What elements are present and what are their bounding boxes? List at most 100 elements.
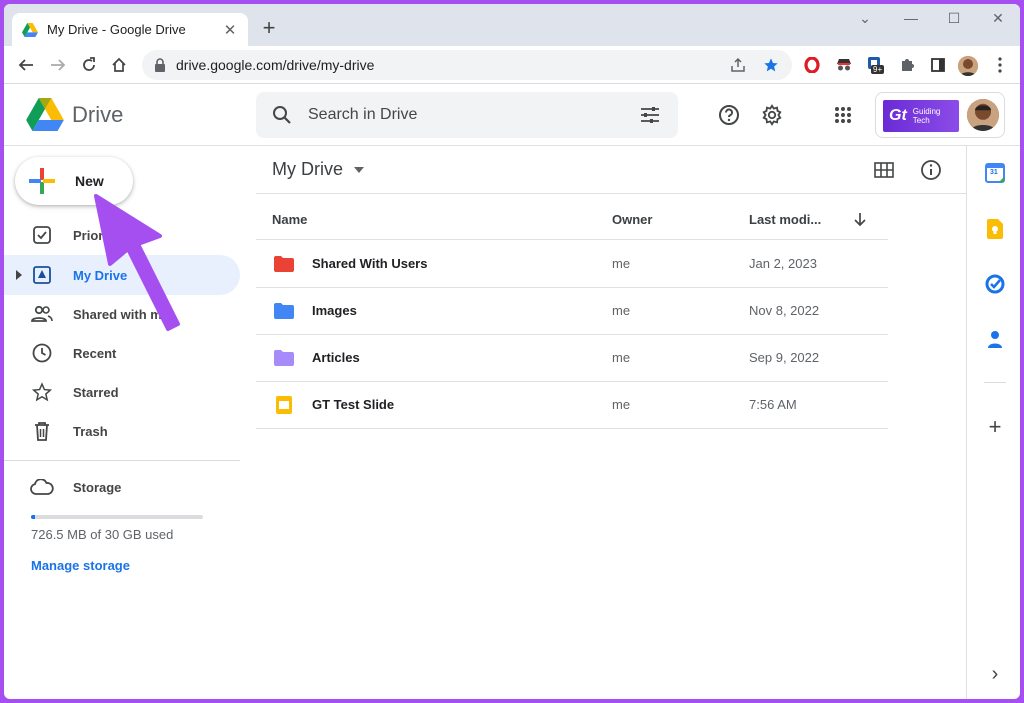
close-window-button[interactable]: ✕ — [983, 10, 1013, 27]
tasks-icon[interactable] — [984, 273, 1006, 295]
new-tab-button[interactable]: + — [258, 17, 280, 39]
help-icon[interactable] — [717, 103, 741, 127]
url-text: drive.google.com/drive/my-drive — [176, 57, 375, 73]
calendar-day: 31 — [990, 169, 998, 176]
folder-icon — [274, 350, 294, 366]
table-row[interactable]: Shared With Users me Jan 2, 2023 — [256, 241, 888, 288]
file-name: Shared With Users — [312, 256, 428, 271]
tab-close-button[interactable]: ✕ — [222, 21, 238, 39]
bookmark-star-icon[interactable] — [763, 57, 779, 73]
caret-down-icon — [354, 167, 365, 174]
file-name: Images — [312, 303, 357, 318]
home-button[interactable] — [108, 54, 130, 76]
grid-view-icon[interactable] — [874, 162, 894, 178]
opera-extension-icon[interactable] — [802, 55, 822, 75]
sidebar-item-label: Storage — [73, 479, 122, 495]
sidebar-item-label: Starred — [73, 384, 119, 400]
storage-progress-fill — [31, 515, 36, 519]
add-app-button[interactable]: + — [984, 414, 1006, 439]
expand-triangle-icon[interactable] — [16, 270, 22, 280]
table-row[interactable]: GT Test Slide me 7:56 AM — [256, 382, 888, 429]
gt-logo-text: Guiding Tech — [912, 107, 941, 125]
spy-extension-icon[interactable] — [834, 55, 854, 75]
sidebar-item-starred[interactable]: Starred — [4, 372, 240, 412]
reload-icon — [83, 57, 95, 71]
search-bar[interactable]: Search in Drive — [256, 92, 678, 138]
info-icon[interactable] — [920, 159, 942, 181]
main-header: My Drive — [256, 146, 966, 194]
search-icon[interactable] — [272, 105, 292, 125]
expand-panel-button[interactable]: › — [984, 663, 1006, 685]
settings-gear-icon[interactable] — [760, 103, 784, 127]
file-owner: me — [612, 256, 631, 271]
cloud-icon — [30, 475, 54, 499]
search-input[interactable]: Search in Drive — [308, 106, 640, 124]
star-icon — [30, 380, 54, 404]
contacts-icon[interactable] — [984, 328, 1006, 350]
app-name: Drive — [72, 101, 124, 127]
drive-favicon-icon — [22, 22, 38, 37]
reload-button[interactable] — [78, 54, 100, 76]
gt-logo-mark: Gt — [889, 107, 907, 124]
browser-menu-icon[interactable] — [990, 55, 1010, 75]
table-row[interactable]: Images me Nov 8, 2022 — [256, 288, 888, 335]
keep-icon[interactable] — [984, 218, 1006, 240]
manage-storage-link[interactable]: Manage storage — [31, 558, 130, 573]
maximize-button[interactable]: ☐ — [939, 10, 969, 27]
sidebar-divider — [4, 460, 240, 461]
file-modified: Jan 2, 2023 — [749, 256, 817, 271]
sidebar-item-label: Recent — [73, 345, 117, 361]
browser-tab[interactable]: My Drive - Google Drive ✕ — [12, 13, 248, 46]
new-button-label: New — [75, 173, 104, 189]
table-row[interactable]: Articles me Sep 9, 2022 — [256, 335, 888, 382]
storage-usage-text: 726.5 MB of 30 GB used — [31, 527, 174, 542]
calendar-icon[interactable]: 31 — [984, 162, 1006, 184]
column-header-last-modified[interactable]: Last modi... — [749, 212, 821, 227]
people-icon — [30, 302, 54, 326]
minimize-button[interactable]: — — [896, 10, 926, 26]
drive-icon — [30, 263, 54, 287]
file-list-header: Name Owner Last modi... — [256, 200, 888, 240]
browser-toolbar: drive.google.com/drive/my-drive 9+ — [4, 46, 1020, 84]
check-box-icon — [30, 223, 54, 247]
side-apps-panel: 31 + › — [966, 146, 1020, 699]
browser-profile-avatar[interactable] — [958, 56, 978, 76]
address-bar[interactable]: drive.google.com/drive/my-drive — [142, 50, 792, 80]
back-button[interactable] — [15, 54, 37, 76]
folder-icon — [274, 256, 294, 272]
file-modified: Nov 8, 2022 — [749, 303, 820, 318]
sidebar-item-storage[interactable]: Storage — [4, 467, 240, 507]
forward-button[interactable] — [47, 54, 69, 76]
arrow-right-icon — [51, 59, 66, 71]
column-header-owner[interactable]: Owner — [612, 212, 652, 227]
sidebar-item-trash[interactable]: Trash — [4, 411, 240, 451]
storage-progress-bar — [31, 515, 203, 519]
notes-extension-icon[interactable]: 9+ — [865, 55, 885, 75]
page-title-dropdown[interactable]: My Drive — [272, 159, 365, 180]
side-panel-icon[interactable] — [928, 55, 948, 75]
column-header-name[interactable]: Name — [272, 212, 307, 227]
drive-logo[interactable]: Drive — [26, 98, 123, 131]
file-name: Articles — [312, 350, 360, 365]
drive-header: Drive Search in Drive Gt Guiding Tech — [4, 84, 1020, 146]
share-icon[interactable] — [730, 57, 746, 73]
tab-title: My Drive - Google Drive — [47, 22, 186, 37]
apps-grid-icon[interactable] — [831, 103, 855, 127]
plus-colored-icon — [29, 168, 55, 194]
annotation-arrow-icon — [94, 194, 180, 331]
extensions-puzzle-icon[interactable] — [897, 55, 917, 75]
lock-icon — [155, 58, 165, 72]
account-avatar[interactable] — [967, 99, 999, 131]
sort-arrow-down-icon[interactable] — [854, 213, 866, 227]
tab-search-button[interactable]: ⌄ — [850, 10, 880, 27]
account-switcher[interactable]: Gt Guiding Tech — [875, 92, 1005, 138]
tab-strip: My Drive - Google Drive ✕ + ⌄ — ☐ ✕ — [4, 4, 1020, 46]
file-owner: me — [612, 303, 631, 318]
sidebar-item-recent[interactable]: Recent — [4, 333, 240, 373]
file-modified: 7:56 AM — [749, 397, 797, 412]
file-modified: Sep 9, 2022 — [749, 350, 820, 365]
arrow-left-icon — [18, 59, 33, 71]
drive-logo-icon — [26, 98, 64, 131]
search-options-icon[interactable] — [640, 106, 660, 124]
slides-icon — [276, 396, 292, 414]
